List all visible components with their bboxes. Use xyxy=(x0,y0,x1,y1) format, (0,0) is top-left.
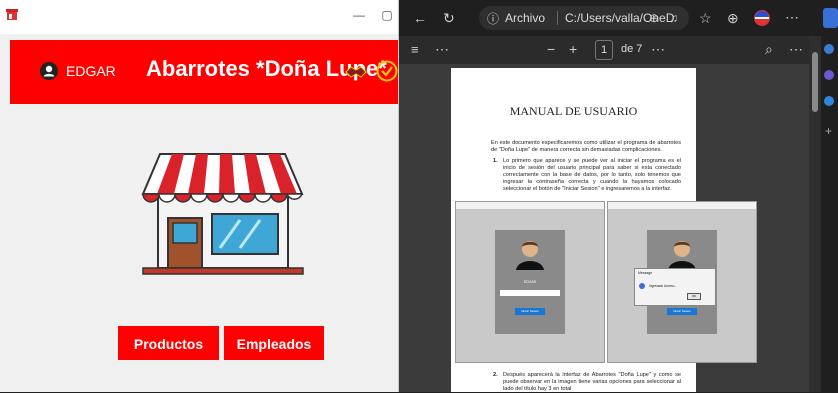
zoom-icon[interactable]: ⊖ xyxy=(649,10,659,26)
profile-icon[interactable] xyxy=(753,9,771,27)
page-number-input[interactable]: 1 xyxy=(595,40,613,60)
doc-list-item: 1. Lo primero que aparece y se puede ver… xyxy=(493,158,681,193)
doc-screenshot-message: Iniciar Sesion Message Ingresado Acceso.… xyxy=(607,201,757,363)
user-icon xyxy=(40,62,58,80)
sidebar-app-icon[interactable] xyxy=(824,70,834,80)
pdf-toolbar: ≡ ⋯ − + 1 de 7 ⋯ ⌕ ⋯ xyxy=(399,36,809,65)
doc-screenshot-login: EDGAR Iniciar Sesion xyxy=(455,201,605,363)
zoom-in-icon[interactable]: + xyxy=(569,41,577,57)
sidebar-search-icon[interactable] xyxy=(824,44,834,54)
search-icon[interactable]: ⌕ xyxy=(765,41,773,57)
info-icon[interactable]: ⓘ xyxy=(487,10,499,27)
info-icon xyxy=(639,283,645,289)
pdf-more-icon[interactable]: ⋯ xyxy=(435,41,449,57)
shot-user-label: EDGAR xyxy=(523,280,537,284)
address-scheme-label: Archivo xyxy=(505,11,546,25)
doc-item-number: 2. xyxy=(493,372,498,378)
favorite-icon[interactable]: ☆ xyxy=(699,10,712,26)
pdf-scrollbar[interactable] xyxy=(809,36,821,392)
read-aloud-icon[interactable]: ♫ xyxy=(669,10,678,26)
store-illustration xyxy=(141,153,304,275)
handshake-icon[interactable] xyxy=(345,64,367,80)
more-menu-icon[interactable]: ⋯ xyxy=(785,9,799,25)
zoom-out-icon[interactable]: − xyxy=(547,41,555,57)
page-total: de 7 xyxy=(621,43,643,55)
shot-message-title: Message xyxy=(638,271,653,275)
app-header: EDGAR Abarrotes *Doña Lupe* xyxy=(10,40,398,104)
pdf-options-icon[interactable]: ⋯ xyxy=(651,41,665,57)
sidebar-add-icon[interactable]: + xyxy=(825,124,832,138)
minimize-button[interactable]: — xyxy=(352,8,366,22)
shot-login-panel: EDGAR Iniciar Sesion xyxy=(495,230,565,334)
collections-icon[interactable]: ⊕ xyxy=(727,10,739,26)
user-name: EDGAR xyxy=(66,63,116,79)
shot-titlebar xyxy=(456,202,604,209)
address-separator xyxy=(557,11,558,25)
productos-button[interactable]: Productos xyxy=(118,326,219,360)
maximize-button[interactable]: ▢ xyxy=(380,8,394,22)
doc-item-number: 1. xyxy=(493,158,498,164)
contents-icon[interactable]: ≡ xyxy=(411,42,419,58)
shot-message-text: Ingresado Acceso... xyxy=(649,284,677,288)
doc-list-item: 2. Después aparecerá la interfaz de Abar… xyxy=(493,372,681,393)
doc-intro: En este documento especificaremos como u… xyxy=(491,140,681,153)
shot-message-dialog: Message Ingresado Acceso... OK xyxy=(634,268,716,306)
shot-ok-button: OK xyxy=(687,293,701,300)
app-titlebar: — ▢ xyxy=(0,0,398,34)
refresh-icon[interactable]: ↻ xyxy=(443,10,455,26)
shot-login-button: Iniciar Sesion xyxy=(667,308,697,315)
address-bar[interactable]: ⓘ Archivo C:/Users/valla/OneDriv... ⊖ ♫ xyxy=(479,6,689,30)
sidebar-edge-icon[interactable] xyxy=(824,96,834,106)
shot-password-field xyxy=(500,290,560,296)
pdf-page: MANUAL DE USUARIO En este documento espe… xyxy=(451,68,757,393)
pdf-overflow-icon[interactable]: ⋯ xyxy=(789,41,803,57)
avatar xyxy=(668,241,696,270)
app-window: — ▢ EDGAR Abarrotes *Doña Lupe* Producto… xyxy=(0,0,399,392)
copilot-icon[interactable] xyxy=(823,8,838,28)
pdf-viewport[interactable]: MANUAL DE USUARIO En este documento espe… xyxy=(399,64,809,392)
shot-titlebar xyxy=(608,202,756,209)
browser-window: ← ↻ ⓘ Archivo C:/Users/valla/OneDriv... … xyxy=(399,0,838,392)
shot-login-button: Iniciar Sesion xyxy=(515,308,545,315)
avatar xyxy=(516,241,544,270)
browser-sidebar: + xyxy=(821,36,838,392)
app-icon xyxy=(6,9,18,20)
doc-title: MANUAL DE USUARIO xyxy=(509,104,638,118)
doc-item-text: Después aparecerá la interfaz de Abarrot… xyxy=(503,372,681,392)
empleados-button[interactable]: Empleados xyxy=(224,326,324,360)
browser-toolbar: ← ↻ ⓘ Archivo C:/Users/valla/OneDriv... … xyxy=(399,0,838,36)
back-icon[interactable]: ← xyxy=(413,10,427,26)
doc-item-text: Lo primero que aparece y se puede ver al… xyxy=(503,158,681,192)
check-icon[interactable] xyxy=(376,60,398,82)
scroll-thumb[interactable] xyxy=(812,52,818,112)
